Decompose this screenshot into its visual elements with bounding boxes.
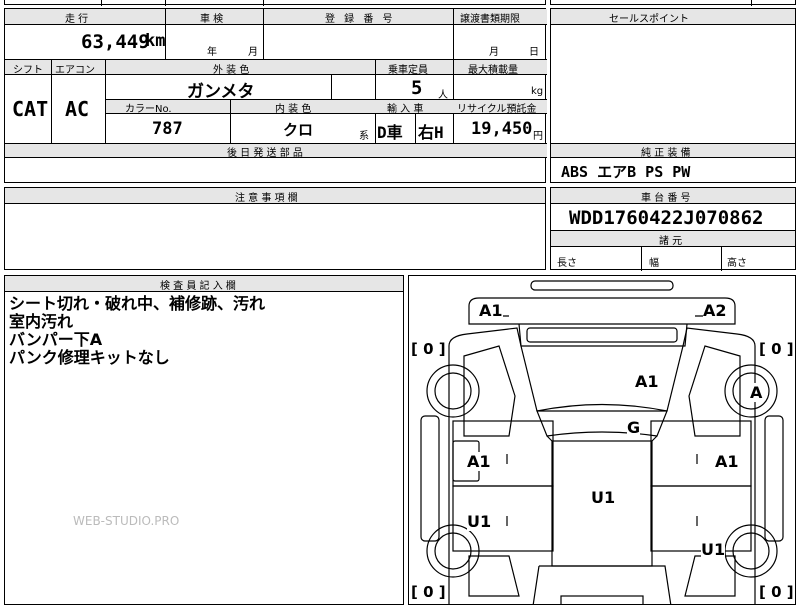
inspector-panel: 検 査 員 記 入 欄 シート切れ・破れ中、補修跡、汚れ 室内汚れ バンパー下A… <box>4 275 404 605</box>
mark-front-left: A1 <box>479 301 503 320</box>
dimensions-header: 諸 元 <box>659 236 683 247</box>
notes-header: 注 意 事 項 欄 <box>235 193 298 204</box>
inspector-line-2: 室内汚れ <box>9 312 74 331</box>
mark-front-right: A2 <box>703 301 727 320</box>
tire-front-left-reading: [ 0 ] <box>411 340 446 358</box>
shift-value: CAT <box>12 97 49 121</box>
mark-roof: U1 <box>591 488 616 507</box>
inspector-line-3: バンパー下A <box>9 330 103 349</box>
watermark: WEB-STUDIO.PRO <box>73 514 180 528</box>
transfer-header: 譲渡書類期限 <box>460 14 520 25</box>
max-load-header: 最大積載量 <box>468 65 518 76</box>
top-right-strip <box>550 0 796 6</box>
equipment-header: 純 正 装 備 <box>641 148 691 159</box>
recycle-header: リサイクル預託金 <box>457 104 537 115</box>
chassis-panel: 車 台 番 号 WDD1760422J070862 諸 元 長さ 幅 高さ <box>550 187 796 271</box>
width-label: 幅 <box>649 258 659 269</box>
front-bumper <box>530 280 674 291</box>
mark-door-left-rear: U1 <box>467 512 492 531</box>
aircon-value: AC <box>65 97 90 121</box>
interior-color-value: クロ <box>283 121 314 139</box>
tire-front-right-reading: [ 0 ] <box>759 340 794 358</box>
mark-door-right-front: A1 <box>715 452 739 471</box>
interior-color-header: 内 装 色 <box>275 104 312 115</box>
equipment-value: ABS エアB PS PW <box>561 163 691 181</box>
transfer-day-unit: 日 <box>529 47 539 58</box>
shift-header: シフト <box>13 65 43 76</box>
chassis-header: 車 台 番 号 <box>641 193 691 204</box>
later-parts-header: 後 日 発 送 部 品 <box>227 148 303 159</box>
chassis-number: WDD1760422J070862 <box>569 207 764 229</box>
seating-header: 乗車定員 <box>388 65 428 76</box>
tire-rear-left-reading: [ 0 ] <box>411 583 446 601</box>
notes-panel: 注 意 事 項 欄 <box>4 187 546 270</box>
import-header: 輸 入 車 <box>387 104 424 115</box>
steering-value: 右H <box>418 123 444 142</box>
color-no-header: カラーNo. <box>125 104 172 115</box>
inspector-line-4: パンク修理キットなし <box>9 348 170 367</box>
exterior-color-header: 外 装 色 <box>213 65 250 76</box>
import-value: D車 <box>377 123 403 142</box>
mileage-value: 63,449 <box>81 31 150 53</box>
inspection-month-unit: 月 <box>248 47 258 58</box>
recycle-unit: 円 <box>533 131 543 142</box>
mark-front-wheel-right: A <box>750 383 763 402</box>
recycle-value: 19,450 <box>471 119 533 139</box>
inspector-line-1: シート切れ・破れ中、補修跡、汚れ <box>9 294 266 313</box>
inspector-header: 検 査 員 記 入 欄 <box>160 281 236 292</box>
car-condition-diagram: [ 0 ] [ 0 ] [ 0 ] [ 0 ] A1 A2 A1 A G A1 … <box>408 275 796 605</box>
inspection-header: 車 検 <box>200 14 224 25</box>
tire-rear-right-reading: [ 0 ] <box>759 583 794 601</box>
max-load-unit: kg <box>531 86 544 97</box>
height-label: 高さ <box>727 258 747 269</box>
seating-value: 5 <box>411 77 423 99</box>
aircon-header: エアコン <box>55 65 95 76</box>
interior-color-unit: 系 <box>359 131 369 142</box>
top-partial-strip <box>4 0 546 6</box>
transfer-month-unit: 月 <box>489 47 499 58</box>
windshield <box>536 403 668 437</box>
length-label: 長さ <box>557 258 577 269</box>
mark-windshield: G <box>627 418 641 437</box>
sales-points-header: セールスポイント <box>609 14 689 25</box>
wheel-front-left <box>426 364 480 418</box>
registration-header: 登 録 番 号 <box>325 14 396 25</box>
inspection-year-unit: 年 <box>207 47 217 58</box>
mark-hood: A1 <box>635 372 659 391</box>
mileage-header: 走 行 <box>65 14 89 25</box>
sales-points-panel: セールスポイント 純 正 装 備 ABS エアB PS PW <box>550 8 796 183</box>
body-outline <box>448 327 756 604</box>
mark-door-right-rear: U1 <box>701 540 726 559</box>
color-no-value: 787 <box>152 119 183 139</box>
vehicle-info-grid: 走 行 車 検 登 録 番 号 譲渡書類期限 63,449 km 年 月 月 日… <box>4 8 547 183</box>
mileage-unit: km <box>145 31 166 51</box>
mark-door-left-front: A1 <box>467 452 491 471</box>
